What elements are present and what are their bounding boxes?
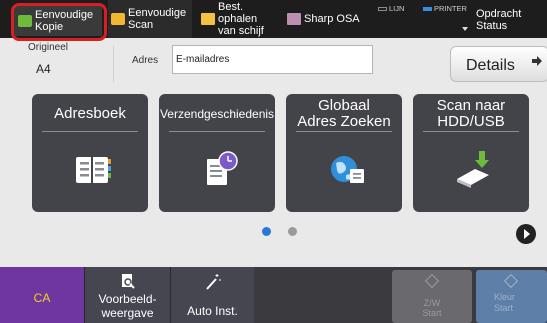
line-indicator-label: LIJN bbox=[389, 4, 405, 13]
tile-divider bbox=[296, 131, 392, 132]
preview-line2: weergave bbox=[101, 306, 154, 320]
scan-icon bbox=[111, 13, 125, 25]
tab-simple-scan-line2: Scan bbox=[128, 19, 154, 31]
start-diamond-icon bbox=[424, 273, 440, 289]
bw-start-line1: Z/W bbox=[423, 298, 441, 308]
tab-simple-scan-line1: Eenvoudige bbox=[128, 7, 187, 19]
printer-indicator: PRINTER bbox=[423, 4, 467, 13]
job-status-button[interactable]: Opdracht Status bbox=[476, 8, 547, 32]
tab-simple-scan[interactable]: Eenvoudige Scan bbox=[108, 0, 192, 38]
color-start-line2: Start bbox=[494, 303, 514, 313]
highlight-frame bbox=[11, 3, 107, 41]
tile-divider bbox=[42, 131, 138, 132]
osa-icon bbox=[287, 13, 301, 25]
preview-line1: Voorbeeld- bbox=[98, 292, 157, 306]
preview-icon bbox=[122, 274, 135, 289]
hdd-usb-icon bbox=[457, 151, 489, 188]
start-diamond-icon bbox=[503, 273, 519, 289]
tab-fetch-line2: van schijf bbox=[218, 25, 264, 37]
arrow-right-icon bbox=[532, 56, 542, 66]
tile-scan-hdd-line1: Scan naar bbox=[436, 97, 506, 114]
tile-divider bbox=[423, 131, 519, 132]
tile-send-history-label: Verzendgeschiedenis bbox=[159, 107, 275, 121]
clear-all-button[interactable]: CA bbox=[0, 267, 84, 323]
address-input[interactable]: E-mailadres bbox=[172, 45, 373, 74]
tile-send-history[interactable]: Verzendgeschiedenis bbox=[159, 94, 275, 212]
auto-settings-button[interactable]: Auto Inst. bbox=[170, 267, 254, 323]
tile-address-book[interactable]: Adresboek bbox=[32, 94, 148, 212]
tab-sharp-osa[interactable]: Sharp OSA bbox=[284, 0, 364, 38]
status-caret-icon bbox=[462, 27, 468, 31]
tile-global-address-search[interactable]: Globaal Adres Zoeken bbox=[286, 94, 402, 212]
magic-wand-icon bbox=[206, 274, 221, 290]
color-start-line1: Kleur bbox=[494, 292, 516, 302]
color-start-button[interactable]: Kleur Start bbox=[476, 270, 547, 323]
original-label: Origineel bbox=[28, 42, 69, 53]
page-dot[interactable] bbox=[288, 227, 297, 236]
tile-global-line1: Globaal bbox=[318, 97, 370, 114]
address-label: Adres bbox=[132, 55, 159, 66]
send-history-icon bbox=[207, 151, 238, 185]
tile-global-line2: Adres Zoeken bbox=[297, 113, 391, 130]
tile-scan-to-hdd-usb[interactable]: Scan naar HDD/USB bbox=[413, 94, 529, 212]
printer-led-icon bbox=[423, 6, 432, 11]
preview-button[interactable]: Voorbeeld- weergave bbox=[84, 267, 170, 323]
divider bbox=[113, 46, 114, 82]
auto-settings-label: Auto Inst. bbox=[187, 304, 238, 318]
tab-fetch-line1: Best. ophalen bbox=[218, 1, 258, 25]
paper-size[interactable]: A4 bbox=[36, 62, 51, 76]
next-page-icon[interactable] bbox=[516, 224, 536, 244]
address-book-icon bbox=[76, 157, 111, 183]
details-button-label: Details bbox=[466, 57, 515, 74]
bw-start-button[interactable]: Z/W Start bbox=[392, 270, 472, 323]
folder-icon bbox=[201, 13, 215, 25]
tile-scan-hdd-line2: HDD/USB bbox=[437, 113, 505, 130]
line-indicator: LIJN bbox=[378, 4, 404, 13]
tab-fetch-from-disk[interactable]: Best. ophalen van schijf bbox=[198, 0, 282, 38]
tile-address-book-label: Adresboek bbox=[54, 105, 126, 122]
printer-indicator-label: PRINTER bbox=[434, 4, 467, 13]
line-led-icon bbox=[378, 6, 387, 11]
tab-sharp-osa-label: Sharp OSA bbox=[304, 13, 360, 25]
page-dot-active[interactable] bbox=[262, 227, 271, 236]
bw-start-line2: Start bbox=[422, 308, 442, 318]
tile-divider bbox=[169, 131, 265, 132]
global-search-icon bbox=[331, 156, 364, 183]
